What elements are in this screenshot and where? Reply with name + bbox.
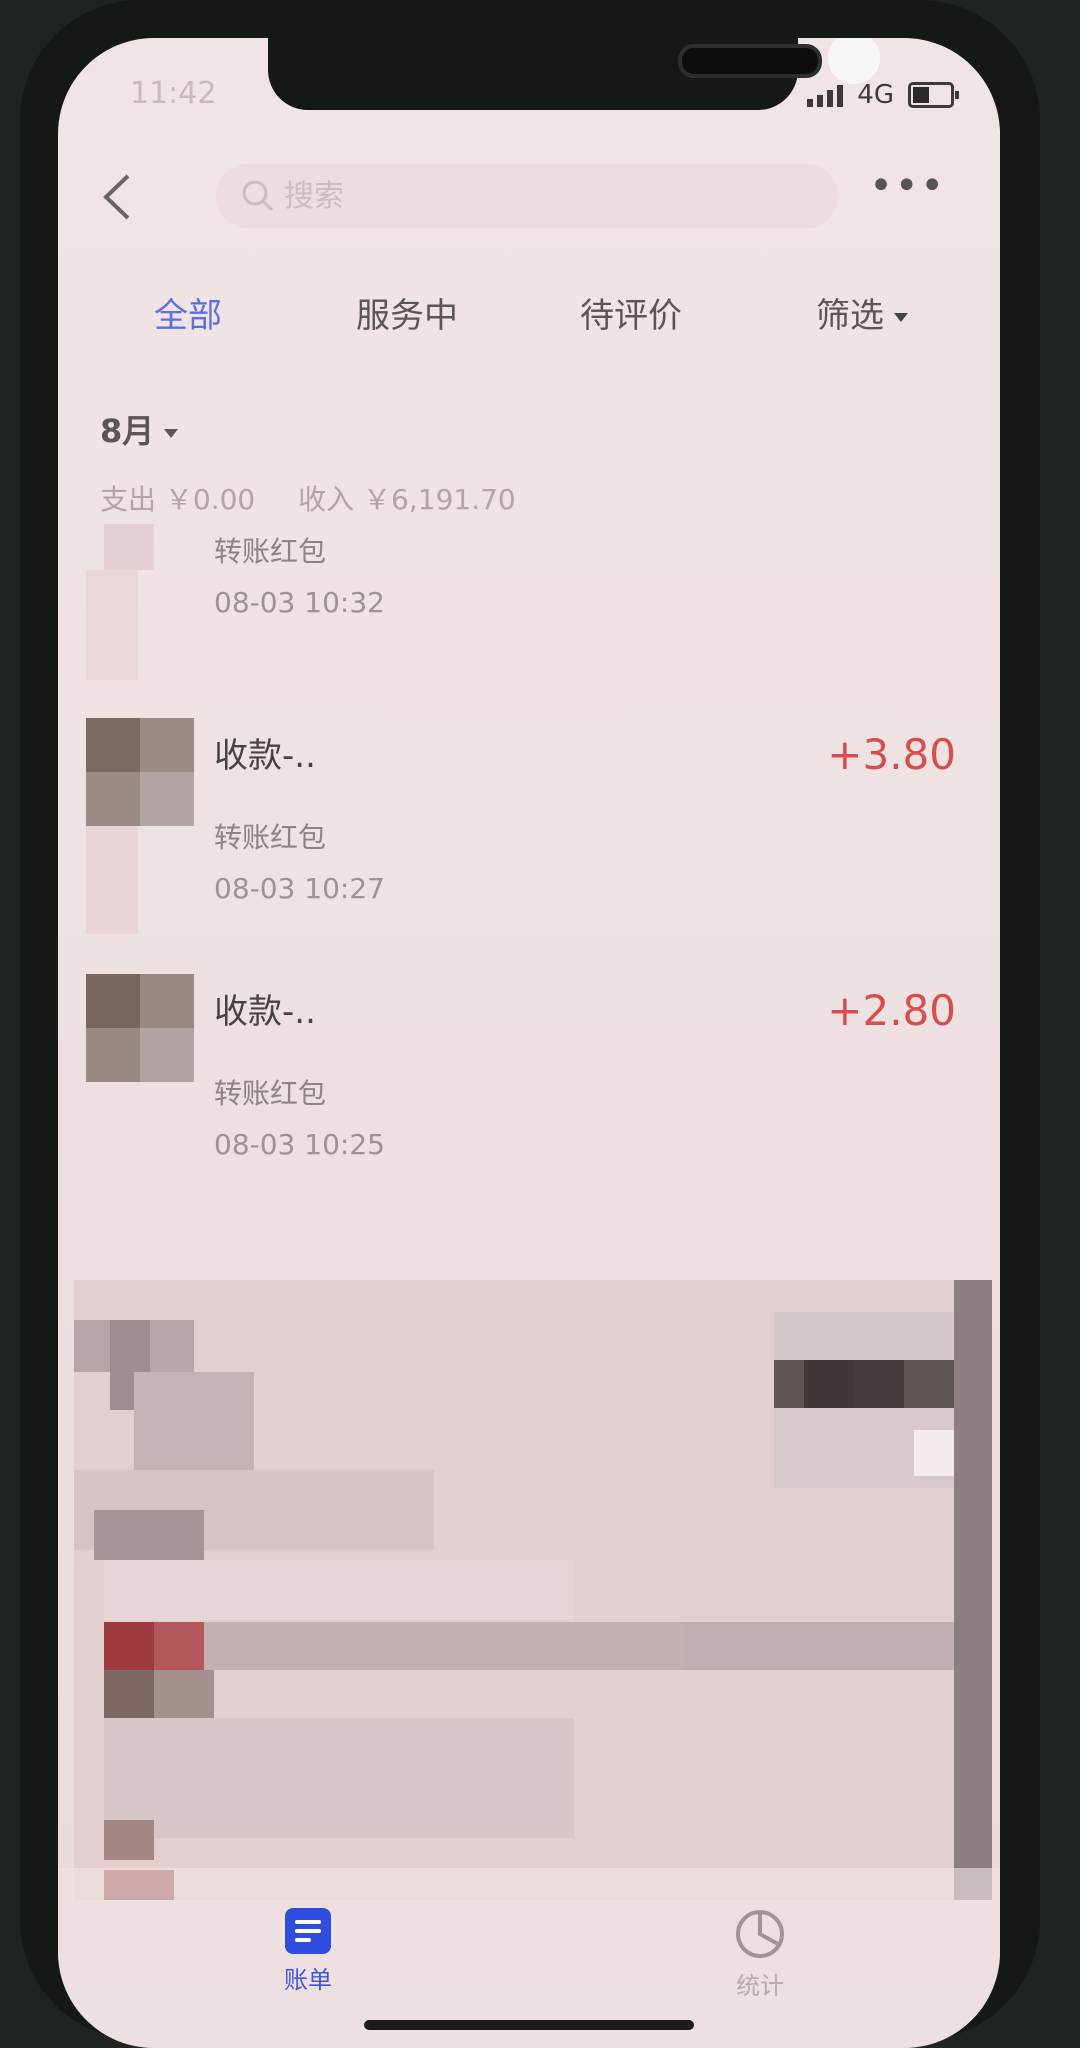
search-bar[interactable]: [216, 164, 838, 228]
month-selector[interactable]: 8月: [100, 406, 179, 452]
network-type: 4G: [857, 80, 894, 110]
back-button[interactable]: [98, 172, 138, 222]
avatar-fragment: [86, 570, 138, 680]
home-indicator[interactable]: [364, 2020, 694, 2030]
bill-icon: [285, 1908, 331, 1954]
transaction-type: 转账红包: [214, 535, 327, 568]
tab-stats-label: 统计: [736, 1972, 784, 2000]
filter-label: 筛选: [816, 296, 884, 336]
transaction-amount: +3.80: [827, 730, 956, 779]
transaction-time: 08-03 10:25: [214, 1128, 385, 1161]
more-options-icon[interactable]: •••: [869, 166, 946, 206]
tab-stats[interactable]: 统计: [710, 1908, 810, 2001]
tab-in-service[interactable]: 服务中: [356, 288, 458, 337]
tab-filter[interactable]: 筛选: [816, 288, 908, 337]
avatar-fragment: [86, 826, 138, 934]
avatar: [104, 524, 154, 570]
avatar: [86, 974, 194, 1082]
income-total: 收入 ￥6,191.70: [298, 483, 516, 516]
front-camera: [828, 38, 880, 84]
month-summary: 支出 ￥0.00 收入 ￥6,191.70: [100, 478, 550, 518]
tab-bill[interactable]: 账单: [258, 1908, 358, 1995]
pie-chart-icon: [736, 1910, 784, 1958]
speaker-grille: [678, 44, 822, 78]
signal-icon: [807, 83, 844, 107]
avatar: [86, 718, 194, 826]
transaction-amount: +2.80: [827, 986, 956, 1035]
transaction-type: 转账红包: [214, 821, 327, 854]
pixelated-redacted-region: [74, 1280, 992, 1900]
transaction-row[interactable]: 收款-.. 转账红包 08-03 10:25 +2.80: [58, 974, 1000, 1204]
status-time: 11:42: [130, 76, 217, 111]
caret-down-icon: [164, 428, 179, 438]
status-icons: 4G: [807, 80, 959, 110]
notch: [268, 38, 880, 110]
transaction-time: 08-03 10:32: [214, 586, 385, 619]
transaction-title: 收款-..: [214, 736, 316, 776]
search-icon: [242, 180, 274, 212]
transaction-type: 转账红包: [214, 1077, 327, 1110]
transaction-title: 收款-..: [214, 992, 316, 1032]
expense-total: 支出 ￥0.00: [100, 483, 256, 516]
tab-bill-label: 账单: [284, 1966, 332, 1994]
filter-tabs: 全部 服务中 待评价 筛选: [58, 288, 1000, 352]
transaction-time: 08-03 10:27: [214, 872, 385, 905]
top-nav: •••: [58, 158, 1000, 238]
caret-down-icon: [894, 313, 908, 322]
tab-all[interactable]: 全部: [154, 288, 222, 337]
app-screen: 11:42 4G ••• 全部 服务中 待评价 筛选 8月: [58, 38, 1000, 2048]
month-label: 8月: [100, 412, 155, 450]
battery-icon: [908, 82, 959, 108]
tab-pending-review[interactable]: 待评价: [580, 288, 682, 337]
chevron-left-icon: [103, 174, 130, 220]
search-input[interactable]: [282, 177, 686, 215]
transaction-row[interactable]: 收款-.. 转账红包 08-03 10:27 +3.80: [58, 718, 1000, 948]
